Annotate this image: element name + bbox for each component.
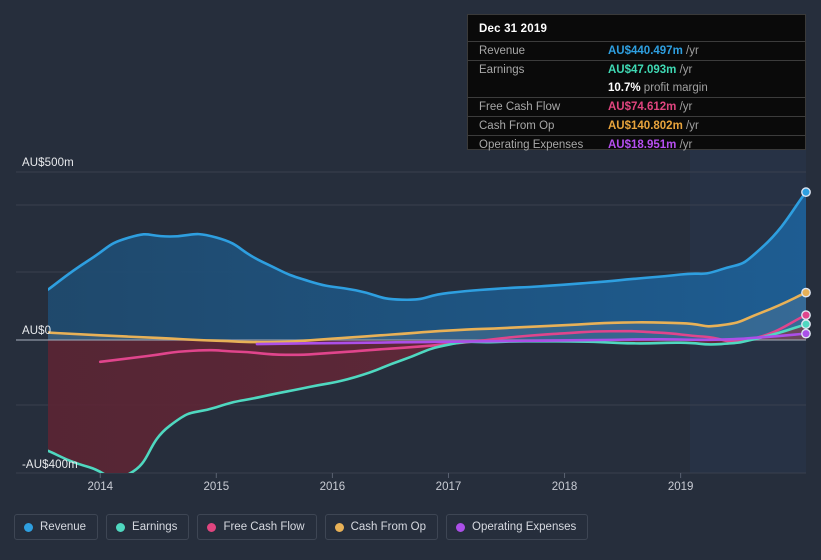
legend-item-label: Free Cash Flow [223,521,305,533]
tooltip-row-label: Cash From Op [468,116,597,136]
legend-item-free-cash-flow[interactable]: Free Cash Flow [197,514,317,540]
legend-item-revenue[interactable]: Revenue [14,514,99,540]
tooltip-row: 10.7% profit margin [468,79,805,98]
series-endpoint-operating-expenses[interactable] [801,328,811,339]
y-axis-label-neg400m: -AU$400m [22,459,78,472]
series-endpoint-revenue[interactable] [801,187,811,198]
tooltip-row-value: AU$140.802m /yr [597,116,805,136]
tooltip-row: Cash From Op AU$140.802m /yr [468,116,805,136]
tooltip-value-number: AU$74.612m [608,101,677,113]
tooltip-value-unit: profit margin [640,82,708,94]
legend-item-operating-expenses[interactable]: Operating Expenses [446,514,589,540]
legend-color-dot-icon [456,522,466,532]
tooltip-value-unit: /yr [676,101,693,113]
series-endpoint-earnings[interactable] [801,319,811,330]
tooltip-row: Free Cash Flow AU$74.612m /yr [468,97,805,117]
legend-item-cash-from-op[interactable]: Cash From Op [324,514,439,540]
tooltip-row-label: Revenue [468,41,597,61]
tooltip-row-value: 10.7% profit margin [597,79,805,98]
legend-item-label: Revenue [40,521,87,533]
y-axis-label-500m: AU$500m [22,157,74,169]
legend-item-earnings[interactable]: Earnings [106,514,190,540]
financial-performance-chart: AU$500m AU$0 -AU$400m 2014 2015 2016 201… [0,0,821,560]
tooltip-row-label [468,79,597,98]
tooltip-value-unit: /yr [682,45,699,57]
series-endpoint-cash-from-op[interactable] [801,287,811,298]
tooltip-row-value: AU$74.612m /yr [597,97,805,117]
tooltip-value-unit: /yr [676,139,693,151]
x-axis-label-2019: 2019 [667,481,694,493]
tooltip-row: Revenue AU$440.497m /yr [468,41,805,61]
x-axis-label-2015: 2015 [203,481,230,493]
legend-color-dot-icon [207,522,217,532]
legend-color-dot-icon [334,522,344,532]
tooltip-row-label: Earnings [468,60,597,79]
tooltip-value-unit: /yr [676,64,693,76]
y-axis-label-zero: AU$0 [22,325,52,337]
tooltip-row: Operating Expenses AU$18.951m /yr [468,135,805,154]
tooltip-value-number: 10.7% [608,82,641,94]
x-axis-label-2018: 2018 [551,481,578,493]
tooltip-row-label: Free Cash Flow [468,97,597,117]
tooltip-value-number: AU$440.497m [608,45,683,57]
tooltip-row-value: AU$47.093m /yr [597,60,805,79]
legend-item-label: Operating Expenses [472,521,577,533]
x-axis-label-2014: 2014 [87,481,114,493]
legend-color-dot-icon [116,522,126,532]
tooltip-table: Revenue AU$440.497m /yr Earnings AU$47.093m… [468,41,805,154]
legend-item-label: Earnings [132,521,178,533]
tooltip-value-number: AU$140.802m [608,120,683,132]
tooltip-value-unit: /yr [682,120,699,132]
x-axis-label-2016: 2016 [319,481,346,493]
tooltip-date: Dec 31 2019 [479,23,548,35]
tooltip-row-value: AU$440.497m /yr [597,41,805,61]
chart-legend: Revenue Earnings Free Cash Flow Cash From O… [14,514,589,540]
data-tooltip-panel: Dec 31 2019 Revenue AU$440.497m /yr Earnin… [467,14,806,154]
tooltip-value-number: AU$18.951m [608,139,677,151]
tooltip-row-label: Operating Expenses [468,135,597,154]
x-axis-label-2017: 2017 [435,481,462,493]
tooltip-value-number: AU$47.093m [608,64,677,76]
legend-color-dot-icon [24,522,33,532]
series-endpoint-free-cash-flow[interactable] [801,310,811,321]
tooltip-row-value: AU$18.951m /yr [597,135,805,154]
tooltip-row: Earnings AU$47.093m /yr [468,60,805,79]
legend-item-label: Cash From Op [350,521,427,533]
